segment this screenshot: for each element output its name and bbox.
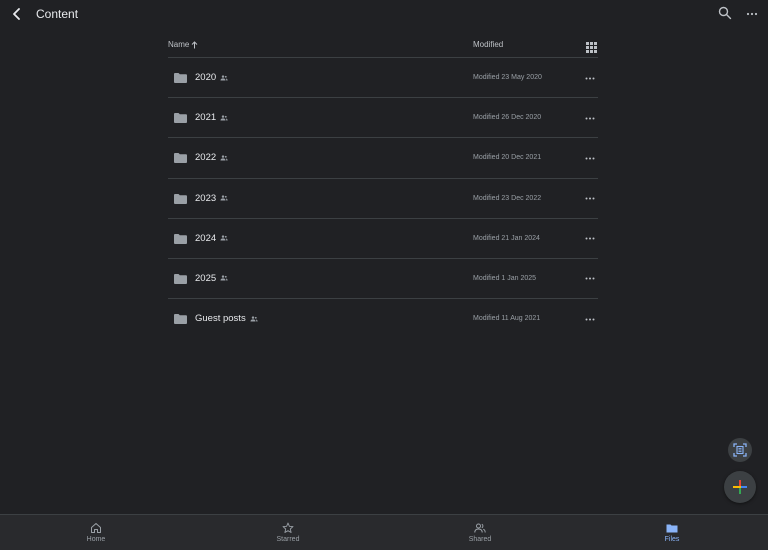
search-button[interactable] bbox=[718, 6, 734, 22]
item-name-wrap: 2023 bbox=[195, 193, 228, 204]
scan-button[interactable] bbox=[728, 438, 752, 462]
item-modified-date: Modified 26 Dec 2020 bbox=[473, 114, 542, 122]
list-item[interactable]: Guest posts Modified 11 Aug 2021 bbox=[168, 299, 598, 339]
folder-icon bbox=[174, 314, 187, 325]
list-item[interactable]: 2022 Modified 20 Dec 2021 bbox=[168, 138, 598, 179]
item-name-wrap: 2020 bbox=[195, 72, 228, 83]
list-item[interactable]: 2025 Modified 1 Jan 2025 bbox=[168, 259, 598, 300]
item-name: 2025 bbox=[195, 272, 217, 284]
item-modified-date: Modified 23 Dec 2022 bbox=[473, 194, 542, 202]
folder-icon bbox=[174, 273, 187, 284]
item-more-button[interactable] bbox=[584, 273, 596, 285]
more-horizontal-icon bbox=[585, 77, 595, 79]
home-icon bbox=[91, 523, 101, 533]
more-horizontal-icon bbox=[585, 237, 595, 240]
people-icon bbox=[474, 523, 486, 533]
item-more-button[interactable] bbox=[584, 233, 596, 245]
folder-icon bbox=[174, 233, 187, 244]
item-more-button[interactable] bbox=[584, 112, 596, 124]
item-modified-date: Modified 21 Jan 2024 bbox=[473, 234, 540, 242]
more-horizontal-icon bbox=[585, 277, 595, 280]
list-item[interactable]: 2020 Modified 23 May 2020 bbox=[168, 58, 598, 99]
nav-shared-label: Shared bbox=[468, 536, 492, 543]
search-icon bbox=[718, 6, 732, 20]
item-name: 2022 bbox=[195, 152, 217, 164]
page-title: Content bbox=[36, 7, 79, 21]
grid-view-icon bbox=[586, 42, 597, 53]
item-modified-date: Modified 1 Jan 2025 bbox=[473, 274, 537, 282]
item-name-wrap: 2022 bbox=[195, 152, 228, 163]
more-horizontal-icon bbox=[746, 12, 758, 16]
modified-column-header: Modified bbox=[473, 40, 504, 49]
nav-home-label: Home bbox=[86, 536, 106, 543]
more-horizontal-icon bbox=[585, 117, 595, 120]
shared-people-icon bbox=[220, 115, 228, 121]
nav-starred[interactable]: Starred bbox=[192, 515, 384, 550]
scan-document-icon bbox=[733, 443, 747, 457]
item-name: 2023 bbox=[195, 192, 217, 204]
folder-icon bbox=[174, 113, 187, 124]
drive-app: Content Name Modified 2020 Modified 23 M… bbox=[0, 0, 768, 550]
shared-people-icon bbox=[220, 235, 228, 241]
item-more-button[interactable] bbox=[584, 193, 596, 205]
list-item[interactable]: 2021 Modified 26 Dec 2020 bbox=[168, 98, 598, 139]
more-horizontal-icon bbox=[585, 197, 595, 200]
item-more-button[interactable] bbox=[584, 152, 596, 164]
item-name: 2024 bbox=[195, 232, 217, 244]
folder-icon bbox=[174, 193, 187, 204]
item-modified-date: Modified 23 May 2020 bbox=[473, 74, 542, 81]
name-column-header: Name bbox=[168, 40, 190, 49]
shared-people-icon bbox=[220, 195, 228, 201]
shared-people-icon bbox=[220, 275, 228, 281]
grid-view-button[interactable] bbox=[586, 40, 597, 53]
item-name-wrap: Guest posts bbox=[195, 313, 258, 324]
arrow-up-icon bbox=[191, 40, 198, 48]
file-list: Name Modified 2020 Modified 23 May 2020 bbox=[168, 34, 598, 339]
item-modified-date: Modified 20 Dec 2021 bbox=[473, 154, 542, 162]
list-item[interactable]: 2024 Modified 21 Jan 2024 bbox=[168, 219, 598, 259]
item-name-wrap: 2025 bbox=[195, 273, 228, 284]
item-name-wrap: 2024 bbox=[195, 233, 228, 244]
star-icon bbox=[282, 522, 294, 533]
bottom-navigation: Home Starred Shared Files bbox=[0, 514, 768, 550]
top-bar: Content bbox=[0, 0, 768, 30]
more-horizontal-icon bbox=[585, 157, 595, 160]
item-name: 2020 bbox=[195, 72, 217, 83]
sort-by-name-button[interactable]: Name bbox=[168, 40, 198, 49]
item-name-wrap: 2021 bbox=[195, 112, 228, 123]
nav-starred-label: Starred bbox=[276, 536, 300, 543]
nav-shared[interactable]: Shared bbox=[384, 515, 576, 550]
list-header: Name Modified bbox=[168, 34, 598, 58]
nav-files-label: Files bbox=[664, 536, 680, 543]
item-more-button[interactable] bbox=[584, 72, 596, 84]
plus-multicolor-icon bbox=[733, 480, 747, 494]
new-button[interactable] bbox=[724, 471, 756, 503]
shared-people-icon bbox=[220, 155, 228, 161]
more-horizontal-icon bbox=[585, 318, 595, 321]
nav-home[interactable]: Home bbox=[0, 515, 192, 550]
folder-filled-icon bbox=[666, 524, 678, 533]
back-button[interactable] bbox=[8, 5, 26, 23]
item-more-button[interactable] bbox=[584, 313, 596, 325]
item-modified-date: Modified 11 Aug 2021 bbox=[473, 315, 541, 323]
list-item[interactable]: 2023 Modified 23 Dec 2022 bbox=[168, 179, 598, 219]
folder-icon bbox=[174, 73, 187, 83]
shared-people-icon bbox=[220, 74, 228, 80]
overflow-menu-button[interactable] bbox=[744, 6, 760, 22]
back-arrow-icon bbox=[13, 8, 20, 20]
nav-files[interactable]: Files bbox=[576, 515, 768, 550]
item-name: 2021 bbox=[195, 112, 217, 124]
folder-icon bbox=[174, 153, 187, 164]
item-name: Guest posts bbox=[195, 313, 246, 325]
shared-people-icon bbox=[250, 316, 258, 322]
